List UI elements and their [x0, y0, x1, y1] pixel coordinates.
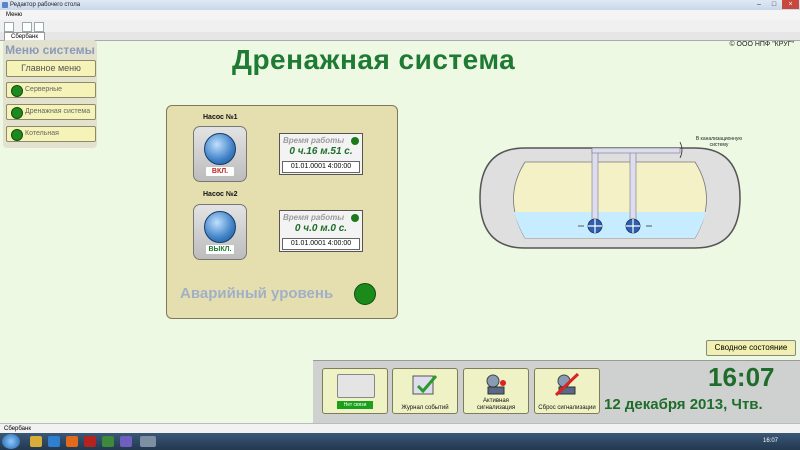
sidebar-item-servers[interactable]: Серверные: [6, 82, 96, 98]
sidebar-item-label: Дренажная система: [25, 108, 91, 115]
alarm-level-label: Аварийный уровень: [180, 285, 334, 302]
pump-impeller-icon: [587, 218, 603, 234]
pipe-outlet: [591, 147, 681, 154]
system-menu: Меню системы Главное меню Серверные Дрен…: [3, 40, 97, 148]
alarm-level-indicator: [354, 283, 376, 305]
taskbar-app3-icon[interactable]: [120, 436, 132, 447]
menu-title: Меню системы: [5, 43, 95, 57]
worktime-status-dot: [351, 214, 359, 222]
close-icon[interactable]: ×: [782, 0, 799, 9]
toolbar-save-icon[interactable]: [34, 22, 44, 32]
taskbar-active-window-icon[interactable]: [140, 436, 156, 447]
worktime-label: Время работы: [283, 213, 345, 222]
main-menu-button[interactable]: Главное меню: [6, 60, 96, 77]
worktime-label: Время работы: [283, 136, 345, 145]
pump1-label: Насос №1: [203, 114, 238, 121]
taskbar-explorer-icon[interactable]: [30, 436, 42, 447]
summary-state-button[interactable]: Сводное состояние: [706, 340, 796, 356]
pump2-button[interactable]: ВЫКЛ.: [193, 204, 247, 260]
toolbar: [0, 20, 800, 32]
active-alarm-button[interactable]: Активная сигнализация: [463, 368, 529, 414]
status-dot: [11, 85, 23, 97]
pipe-left: [591, 149, 599, 229]
button-label: Сброс сигнализации: [538, 405, 596, 411]
worktime-status-dot: [351, 137, 359, 145]
clock-date: 12 декабря 2013, Чтв.: [604, 396, 763, 413]
menu-item-main[interactable]: Меню: [6, 12, 22, 18]
taskbar-app-icon[interactable]: [84, 436, 96, 447]
pipe-right: [629, 149, 637, 229]
outlet-note: В канализационную систему: [695, 136, 743, 148]
sidebar-item-boiler[interactable]: Котельная: [6, 126, 96, 142]
taskbar-browser-icon[interactable]: [48, 436, 60, 447]
pump-icon: [204, 211, 236, 243]
pump2-label: Насос №2: [203, 191, 238, 198]
maximize-icon[interactable]: □: [767, 0, 781, 9]
device-status-label: Нет связи: [337, 401, 373, 409]
pump1-worktime-panel: Время работы 0 ч.16 м.51 с. 01.01.0001 4…: [279, 133, 363, 175]
pump1-state: ВКЛ.: [206, 167, 234, 176]
clock-time: 16:07: [708, 362, 775, 392]
sidebar-item-drainage[interactable]: Дренажная система: [6, 104, 96, 120]
pump1-button[interactable]: ВКЛ.: [193, 126, 247, 182]
start-button[interactable]: [2, 434, 20, 449]
button-label: Активная сигнализация: [476, 398, 516, 411]
pump-impeller-icon: [625, 218, 641, 234]
menubar: Меню: [0, 10, 800, 20]
water: [514, 212, 706, 238]
device-icon: [337, 374, 375, 398]
minimize-icon[interactable]: –: [752, 0, 766, 9]
status-dot: [11, 129, 23, 141]
reset-alarm-button[interactable]: Сброс сигнализации: [534, 368, 600, 414]
taskbar-firefox-icon[interactable]: [66, 436, 78, 447]
taskbar-app2-icon[interactable]: [102, 436, 114, 447]
pump1-worktime: 0 ч.16 м.51 с.: [289, 146, 353, 157]
drainage-tank-diagram: [479, 141, 741, 249]
toolbar-open-icon[interactable]: [4, 22, 14, 32]
journal-icon: [412, 375, 438, 395]
tab-bar: [0, 32, 800, 41]
tray-clock: 16:07: [762, 438, 778, 444]
alarm-reset-icon: [554, 372, 580, 397]
pump2-worktime: 0 ч.0 м.0 с.: [294, 223, 348, 234]
pump-icon: [204, 133, 236, 165]
alarm-icon: [486, 374, 506, 395]
pump2-date: 01.01.0001 4:00:00: [282, 238, 360, 250]
toolbar-page-icon[interactable]: [22, 22, 32, 32]
copyright: © ООО НПФ "КРУГ": [729, 41, 794, 48]
window-title: Редактор рабочего стола: [10, 2, 81, 8]
pump2-worktime-panel: Время работы 0 ч.0 м.0 с. 01.01.0001 4:0…: [279, 210, 363, 252]
sidebar-item-label: Котельная: [25, 130, 59, 137]
pump1-date: 01.01.0001 4:00:00: [282, 161, 360, 173]
device-status-button[interactable]: Нет связи: [322, 368, 388, 414]
status-text: Сбербанк: [4, 426, 31, 432]
sidebar-item-label: Серверные: [25, 86, 63, 93]
status-dot: [11, 107, 23, 119]
button-label: Журнал событий: [401, 405, 449, 411]
event-journal-button[interactable]: Журнал событий: [392, 368, 458, 414]
pump2-state: ВЫКЛ.: [206, 245, 234, 254]
app-icon: [2, 2, 8, 8]
page-title: Дренажная система: [232, 44, 516, 75]
